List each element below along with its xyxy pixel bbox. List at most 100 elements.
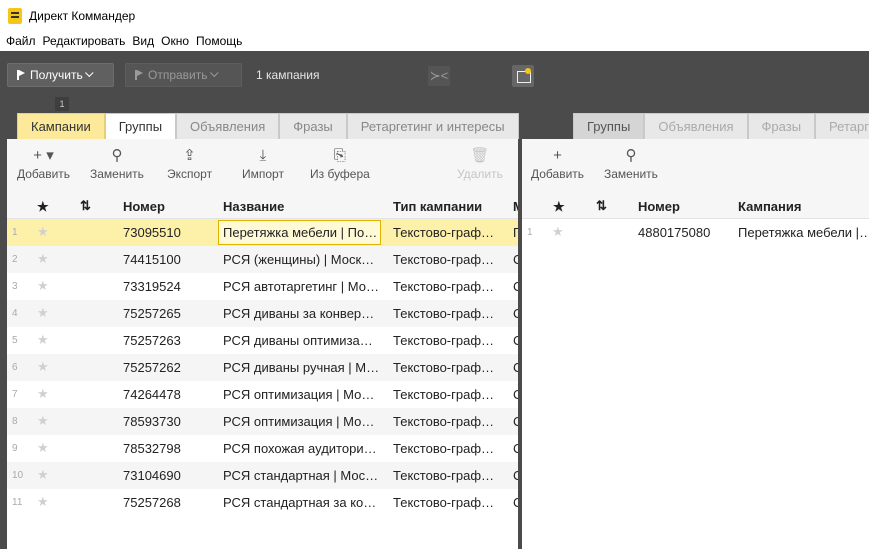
row-index: 6 (12, 362, 18, 373)
star-icon[interactable]: ★ (37, 440, 49, 456)
campaign-type: Текстово-граф… (393, 306, 495, 321)
campaigns-table-header: ★ ⇅ Номер Название Тип кампании М (7, 193, 518, 219)
tab-phrases[interactable]: Фразы (279, 113, 347, 139)
star-icon[interactable]: ★ (552, 224, 564, 240)
row-index: 2 (12, 254, 18, 265)
campaign-type: Текстово-граф… (393, 252, 495, 267)
campaign-column-header[interactable]: Кампания (738, 199, 801, 214)
from-buffer-button[interactable]: ⎘ Из буфера (310, 148, 370, 182)
tab-ads[interactable]: Объявления (644, 113, 748, 139)
star-icon[interactable]: ★ (37, 332, 49, 348)
table-row[interactable]: 4 ★ 75257265 РСЯ диваны за конвер… Текстово-… (7, 300, 518, 327)
campaign-number: 74415100 (123, 252, 181, 267)
tab-groups[interactable]: Группы (573, 113, 645, 139)
import-icon: ⤓ (259, 147, 267, 164)
table-row[interactable]: 7 ★ 74264478 РСЯ оптимизация | Мо… Текстово-… (7, 381, 518, 408)
row-index: 1 (527, 227, 533, 238)
table-row[interactable]: 6 ★ 75257262 РСЯ диваны ручная | М… Текстово… (7, 354, 518, 381)
table-row[interactable]: 5 ★ 75257263 РСЯ диваны оптимиза… Текстово-г… (7, 327, 518, 354)
main-toolbar: Получить Отправить 1 кампания ≻< (0, 51, 869, 97)
type-column-header[interactable]: Тип кампании (393, 199, 482, 214)
import-button[interactable]: ⤓ Импорт (242, 147, 284, 182)
campaign-number: 73319524 (123, 279, 181, 294)
calendar-icon[interactable] (512, 65, 534, 87)
get-button[interactable]: Получить (7, 63, 114, 87)
table-row[interactable]: 1 ★ 4880175080 Перетяжка мебели |… (522, 219, 869, 246)
tab-groups[interactable]: Группы (104, 113, 177, 139)
window-title: Директ Коммандер (29, 8, 136, 23)
campaign-name: РСЯ похожая аудитори… (223, 441, 377, 456)
table-row[interactable]: 10 ★ 73104690 РСЯ стандартная | Мос… Текстов… (7, 462, 518, 489)
tab-retargeting[interactable]: Ретаргет (815, 113, 869, 139)
campaign-type: Текстово-граф… (393, 333, 495, 348)
star-icon[interactable]: ★ (37, 278, 49, 294)
star-column-header[interactable]: ★ (37, 199, 49, 215)
campaign-number: 78532798 (123, 441, 181, 456)
star-icon[interactable]: ★ (37, 467, 49, 483)
campaign-number: 75257262 (123, 360, 181, 375)
star-icon[interactable]: ★ (37, 386, 49, 402)
replace-button[interactable]: ⚲ Заменить (90, 147, 144, 182)
tab-ads[interactable]: Объявления (176, 113, 280, 139)
get-button-label: Получить (30, 68, 83, 82)
star-icon[interactable]: ★ (37, 359, 49, 375)
menu-window[interactable]: Окно (161, 34, 189, 48)
menu-file[interactable]: Файл (6, 34, 36, 48)
star-column-header[interactable]: ★ (553, 199, 565, 215)
groups-panel-body: + Добавить ⚲ Заменить ★ ⇅ Номер Кампания… (522, 139, 869, 549)
group-number: 4880175080 (638, 225, 711, 240)
table-row[interactable]: 9 ★ 78532798 РСЯ похожая аудитори… Текстово-… (7, 435, 518, 462)
number-column-header[interactable]: Номер (123, 199, 165, 214)
campaign-number: 78593730 (123, 414, 181, 429)
table-row[interactable]: 2 ★ 74415100 РСЯ (женщины) | Моск… Текстово-… (7, 246, 518, 273)
send-button[interactable]: Отправить (125, 63, 242, 87)
campaign-name: РСЯ стандартная | Мос… (223, 468, 379, 483)
table-row[interactable]: 8 ★ 78593730 РСЯ оптимизация | Мо… Текстово-… (7, 408, 518, 435)
groups-panel: Группы Объявления Фразы Ретаргет + Добав… (522, 113, 869, 549)
star-icon[interactable]: ★ (37, 305, 49, 321)
table-row[interactable]: 11 ★ 75257268 РСЯ стандартная за ко… Текстов… (7, 489, 518, 516)
right-tabs: Группы Объявления Фразы Ретаргет (573, 113, 869, 139)
export-icon: ⇪ (183, 147, 196, 164)
menu-help[interactable]: Помощь (196, 34, 242, 48)
app-logo-icon (8, 7, 22, 24)
star-icon[interactable]: ★ (37, 251, 49, 267)
campaign-name: РСЯ диваны за конвер… (223, 306, 375, 321)
table-row[interactable]: 1 ★ 73095510 Перетяжка мебели | По… Текстово… (7, 219, 518, 246)
campaign-number: 73095510 (123, 225, 181, 240)
menu-edit[interactable]: Редактировать (43, 34, 126, 48)
star-icon[interactable]: ★ (37, 224, 49, 240)
row-index: 5 (12, 335, 18, 346)
star-icon[interactable]: ★ (37, 494, 49, 510)
number-column-header[interactable]: Номер (638, 199, 680, 214)
campaign-number: 74264478 (123, 387, 181, 402)
delete-button[interactable]: 🗑 Удалить (457, 147, 503, 182)
chevron-down-icon (84, 68, 94, 78)
table-row[interactable]: 3 ★ 73319524 РСЯ автотаргетинг | Мо… Текстов… (7, 273, 518, 300)
trash-icon: 🗑 (470, 147, 490, 164)
plus-icon: + (553, 147, 562, 164)
sort-icon[interactable]: ⇅ (80, 198, 91, 214)
campaign-name: Перетяжка мебели | По… (223, 225, 378, 240)
tab-campaigns[interactable]: Кампании (17, 113, 105, 139)
row-index: 10 (12, 470, 24, 481)
add-button[interactable]: + Добавить (531, 147, 584, 182)
menu-view[interactable]: Вид (132, 34, 154, 48)
name-column-header[interactable]: Название (223, 199, 284, 214)
left-tabs: Кампании Группы Объявления Фразы Ретарге… (17, 113, 519, 139)
export-button[interactable]: ⇪ Экспорт (167, 147, 212, 182)
tab-phrases[interactable]: Фразы (747, 113, 816, 139)
plus-icon: + ▾ (33, 147, 54, 164)
sort-icon[interactable]: ⇅ (596, 198, 607, 214)
right-tabs-bar: Группы Объявления Фразы Ретаргет (522, 113, 869, 139)
collapse-panels-button[interactable]: ≻< (428, 66, 450, 86)
search-icon: ⚲ (111, 147, 123, 164)
row-index: 7 (12, 389, 18, 400)
tab-retargeting[interactable]: Ретаргетинг и интересы (346, 113, 519, 139)
title-bar: Директ Коммандер (0, 0, 869, 31)
star-icon[interactable]: ★ (37, 413, 49, 429)
campaign-number: 73104690 (123, 468, 181, 483)
campaign-name: РСЯ диваны ручная | М… (223, 360, 380, 375)
add-button[interactable]: + ▾ Добавить (17, 147, 70, 182)
replace-button[interactable]: ⚲ Заменить (604, 148, 658, 182)
